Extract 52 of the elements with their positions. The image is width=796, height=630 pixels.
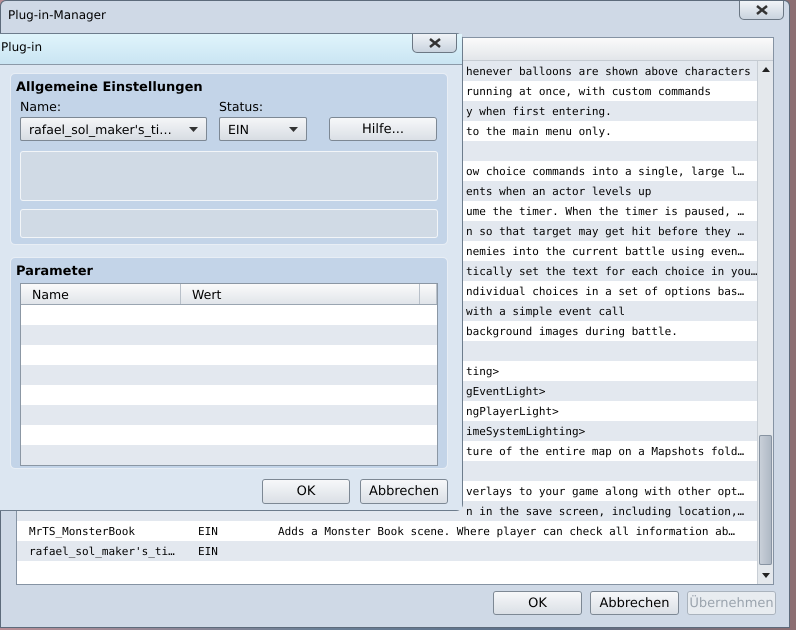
table-cell: n in the save screen, including location,… bbox=[466, 504, 744, 518]
table-cell: ume the timer. When the timer is paused, … bbox=[466, 204, 744, 218]
table-cell: verlays to your game along with other opt… bbox=[466, 484, 744, 498]
table-cell: rafael_sol_maker's_ti… bbox=[29, 544, 175, 558]
dialog-button[interactable]: Abbrechen bbox=[590, 591, 679, 615]
table-cell: with a simple event call bbox=[466, 304, 625, 318]
table-cell: imeSystemLighting> bbox=[466, 424, 586, 438]
table-cell: ting> bbox=[466, 364, 500, 378]
table-cell: EIN bbox=[198, 544, 218, 558]
close-button[interactable] bbox=[739, 1, 784, 20]
close-icon bbox=[428, 38, 440, 48]
scrollbar-thumb[interactable] bbox=[759, 435, 772, 565]
table-cell: MrTS_MonsterBook bbox=[29, 524, 135, 538]
window-title: Plug-in-Manager bbox=[8, 8, 106, 22]
table-cell: ents when an actor levels up bbox=[466, 184, 652, 198]
table-cell: nemies into the current battle using even… bbox=[466, 244, 744, 258]
group-heading: Parameter bbox=[16, 264, 94, 279]
table-cell: Adds a Monster Book scene. Where player can check all information ab… bbox=[278, 524, 735, 538]
table-cell: to the main menu only. bbox=[466, 124, 612, 138]
close-button[interactable] bbox=[412, 34, 457, 53]
table-cell: tically set the text for each choice in you… bbox=[466, 264, 757, 278]
scroll-down-icon[interactable] bbox=[762, 573, 770, 578]
caret-icon bbox=[289, 126, 298, 132]
dialog-button[interactable]: Abbrechen bbox=[360, 479, 448, 504]
help-button[interactable]: Hilfe... bbox=[329, 117, 437, 141]
table-cell: n so that target may get hit before they … bbox=[466, 224, 744, 238]
dialog-title: Plug-in bbox=[1, 40, 42, 54]
table-cell: henever balloons are shown above characters bbox=[466, 64, 751, 78]
table-cell: ture of the entire map on a Mapshots fold… bbox=[466, 444, 744, 458]
table-cell: y when first entering. bbox=[466, 104, 612, 118]
scroll-up-icon[interactable] bbox=[762, 67, 770, 72]
dialog-button[interactable]: OK bbox=[493, 591, 582, 615]
dialog-button[interactable]: OK bbox=[262, 479, 350, 504]
column-header[interactable]: Name bbox=[21, 284, 181, 304]
close-icon bbox=[756, 5, 768, 15]
input-field[interactable] bbox=[20, 209, 438, 238]
caret-icon bbox=[189, 126, 198, 132]
table-cell: running at once, with custom commands bbox=[466, 84, 712, 98]
table-cell: background images during battle. bbox=[466, 324, 678, 338]
table-cell: gEventLight> bbox=[466, 384, 546, 398]
table-cell: ngPlayerLight> bbox=[466, 404, 559, 418]
field-label: Name: bbox=[20, 99, 62, 114]
field-label: Status: bbox=[219, 99, 264, 114]
table-cell: ow choice commands into a single, large l… bbox=[466, 164, 744, 178]
table-cell: EIN bbox=[198, 524, 218, 538]
scrollbar[interactable] bbox=[757, 61, 773, 584]
column-header[interactable]: Wert bbox=[181, 284, 420, 304]
group-heading: Allgemeine Einstellungen bbox=[16, 80, 204, 95]
list-row[interactable]: rafael_sol_maker's_ti… EIN bbox=[17, 541, 757, 561]
table-cell: ndividual choices in a set of options bas… bbox=[466, 284, 744, 298]
status-dropdown[interactable]: EIN bbox=[219, 117, 307, 141]
name-dropdown[interactable]: rafael_sol_maker's_ti… bbox=[20, 117, 207, 141]
